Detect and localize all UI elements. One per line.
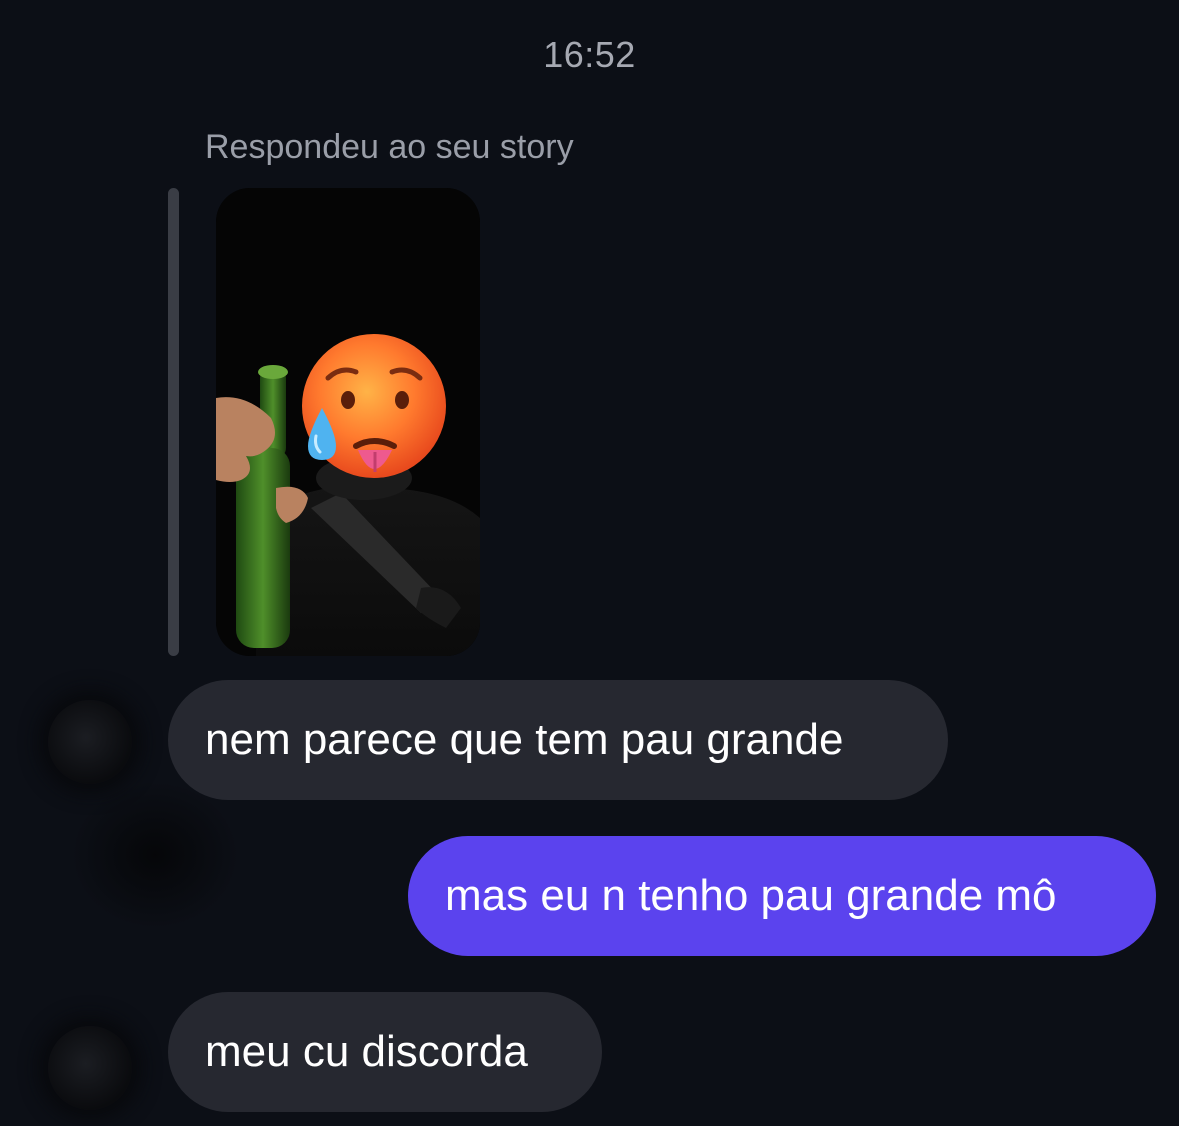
message-bubble-incoming[interactable]: nem parece que tem pau grande [168,680,948,800]
hot-face-emoji-icon [302,334,446,478]
sender-avatar[interactable] [48,700,132,784]
message-bubble-outgoing[interactable]: mas eu n tenho pau grande mô [408,836,1156,956]
message-text: meu cu discorda [205,1027,528,1076]
story-reply-label: Respondeu ao seu story [205,128,574,166]
chat-timestamp: 16:52 [543,34,636,75]
message-text: nem parece que tem pau grande [205,715,844,764]
reply-indicator-bar [168,188,179,656]
message-text: mas eu n tenho pau grande mô [445,871,1057,920]
message-bubble-incoming[interactable]: meu cu discorda [168,992,602,1112]
blurred-overlay [70,780,240,930]
story-thumbnail[interactable] [216,188,480,656]
sender-avatar[interactable] [48,1026,132,1110]
story-photo [216,188,480,656]
